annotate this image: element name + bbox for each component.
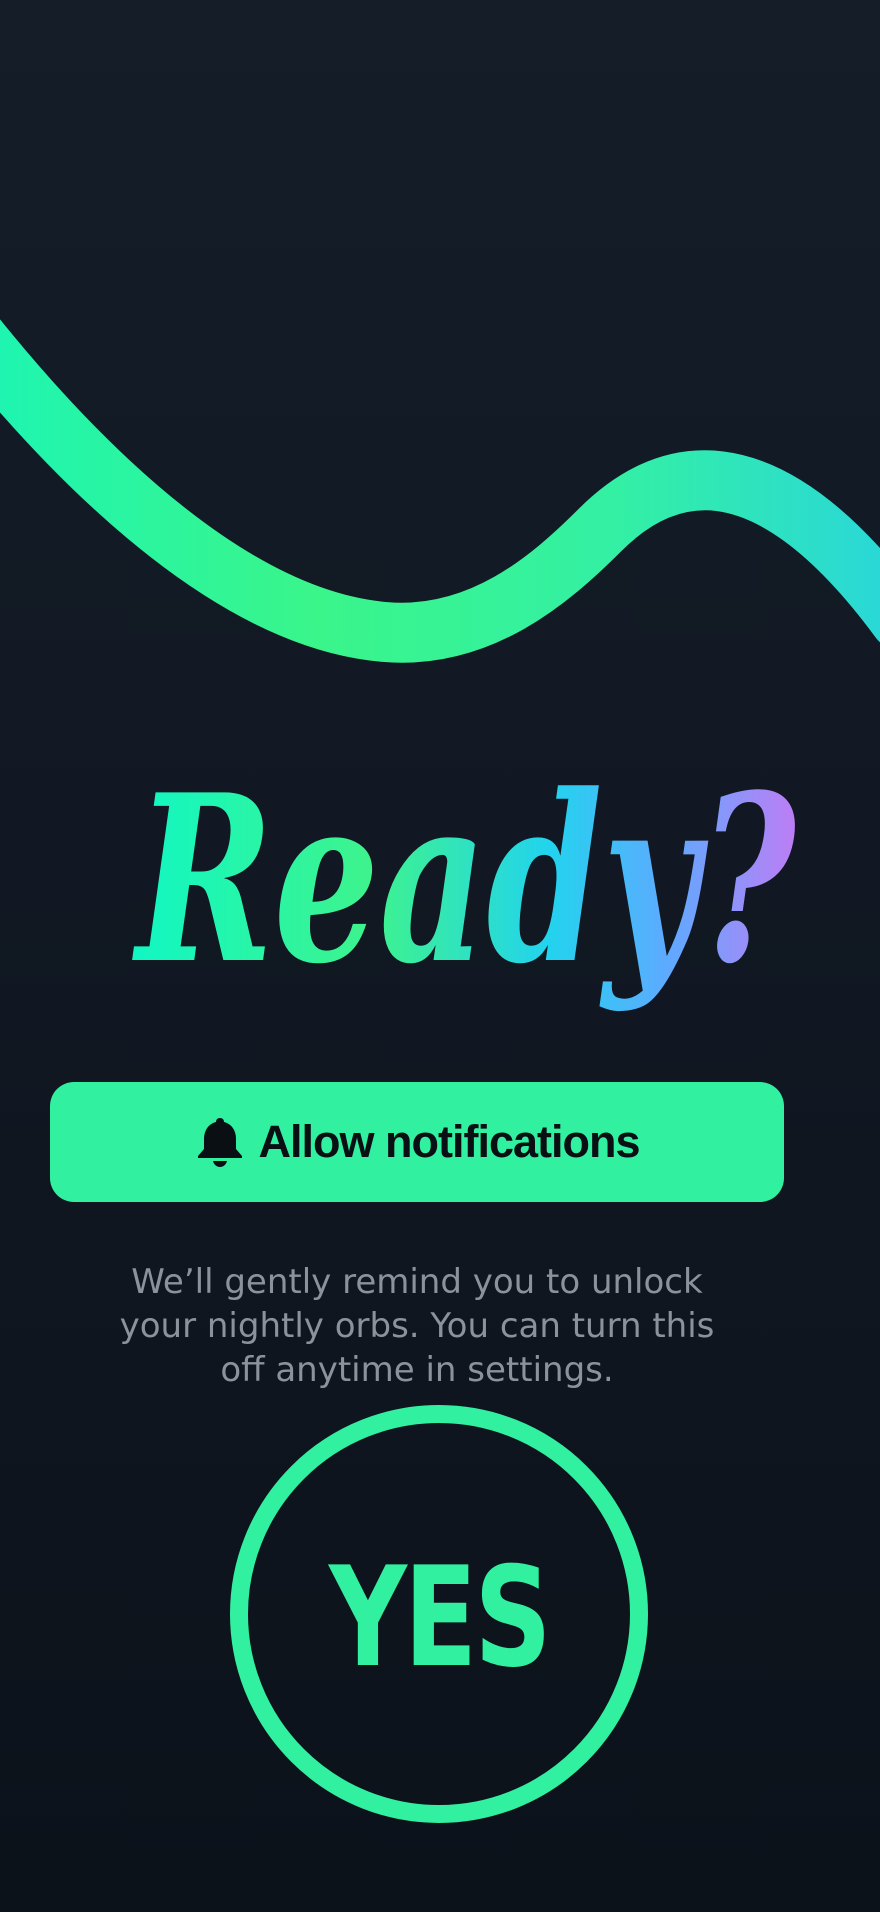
yes-button[interactable]: YES	[230, 1405, 648, 1823]
helper-text: We’ll gently remind you to unlock your n…	[119, 1262, 715, 1390]
headline-text: Ready?	[132, 745, 798, 1015]
wave-stroke	[0, 319, 880, 663]
yes-label: YES	[329, 1536, 552, 1698]
onboarding-screen: Ready? Allow notifications We’ll gently …	[0, 0, 880, 1912]
allow-notifications-button[interactable]: Allow notifications	[50, 1082, 784, 1202]
decorative-wave	[0, 319, 880, 663]
headline: Ready?	[132, 745, 798, 1015]
bell-icon	[197, 1118, 242, 1167]
allow-notifications-label: Allow notifications	[258, 1116, 641, 1167]
